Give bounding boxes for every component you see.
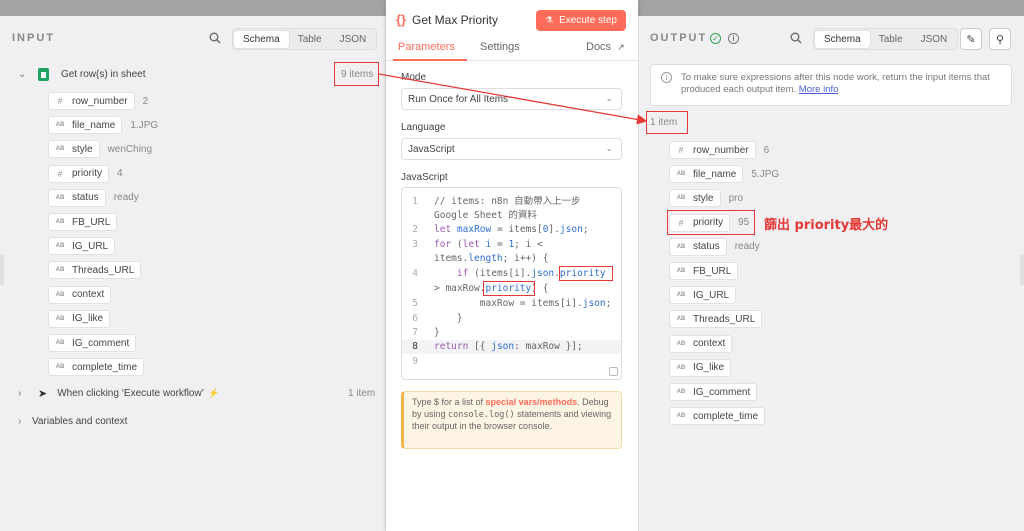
annotation-arrow [378,73,648,125]
right-edge-handle [1020,255,1024,285]
left-edge-handle [0,255,4,285]
